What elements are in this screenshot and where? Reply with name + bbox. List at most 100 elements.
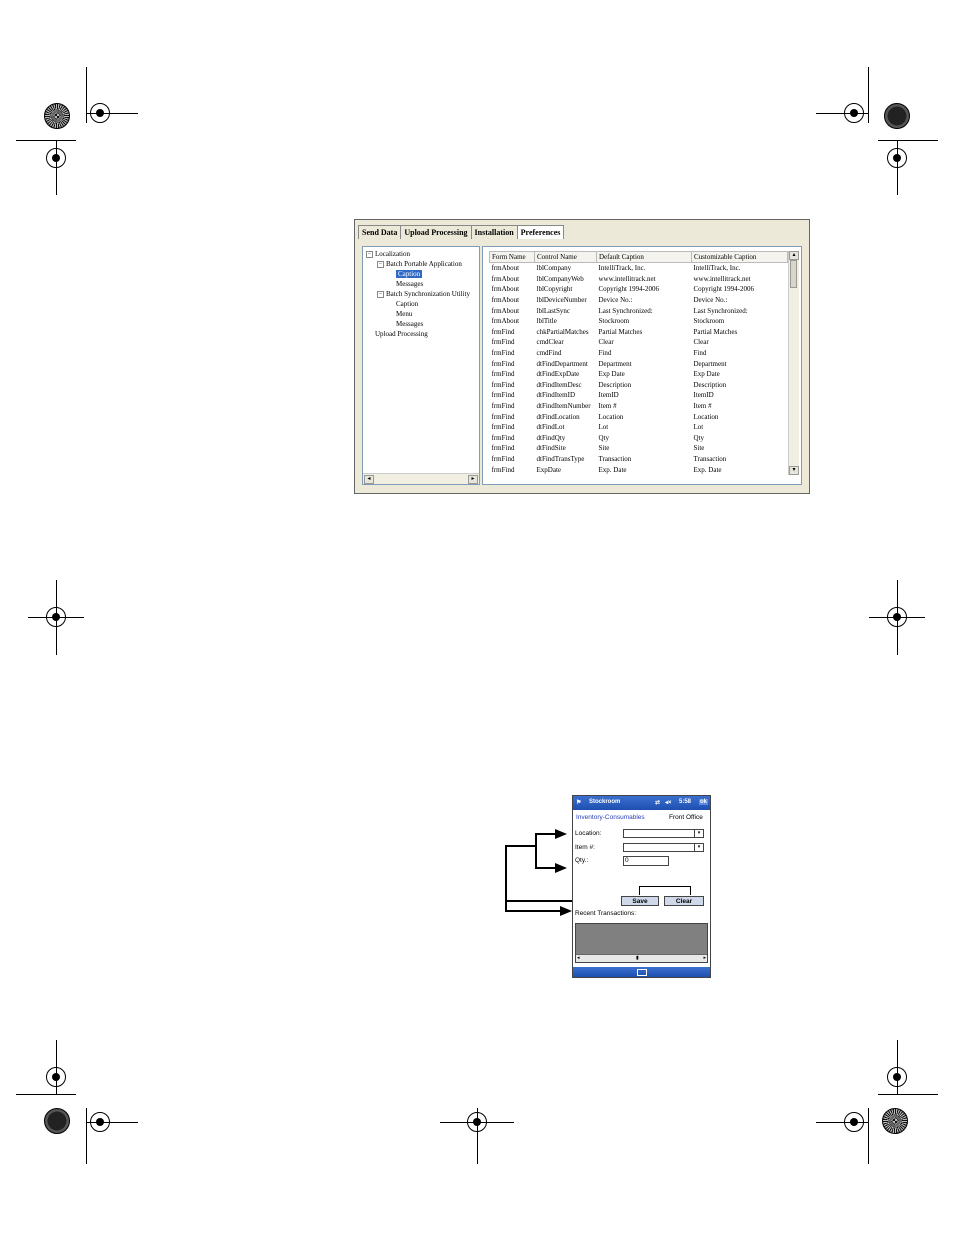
- column-header-customizable-caption[interactable]: Customizable Caption: [691, 251, 788, 263]
- collapse-icon[interactable]: −: [377, 290, 384, 298]
- table-cell[interactable]: Exp Date: [597, 369, 692, 380]
- table-cell[interactable]: Find: [597, 348, 692, 359]
- table-cell[interactable]: Site: [692, 443, 788, 454]
- table-cell[interactable]: Site: [597, 443, 692, 454]
- table-cell[interactable]: dtFindItemNumber: [535, 401, 597, 412]
- tree-item-bs-caption[interactable]: Caption: [396, 300, 418, 309]
- column-header-default-caption[interactable]: Default Caption: [596, 251, 692, 263]
- table-cell[interactable]: frmFind: [490, 390, 535, 401]
- table-cell[interactable]: Clear: [692, 337, 788, 348]
- table-cell[interactable]: dtFindDepartment: [535, 358, 597, 369]
- table-row[interactable]: frmFind dtFindItemID ItemID ItemID: [490, 390, 788, 401]
- table-row[interactable]: frmAbout lblLastSync Last Synchronized: Las…: [490, 305, 788, 316]
- tab-send-data[interactable]: Send Data: [358, 225, 402, 239]
- tab-upload-processing[interactable]: Upload Processing: [400, 225, 472, 239]
- table-cell[interactable]: www.intellitrack.net: [692, 274, 788, 285]
- table-cell[interactable]: Partial Matches: [597, 327, 692, 338]
- tree-item-batch-portable[interactable]: − Batch Portable Application: [377, 260, 462, 269]
- table-cell[interactable]: lblTitle: [535, 316, 597, 327]
- windows-flag-icon[interactable]: ⚑: [576, 799, 581, 806]
- table-cell[interactable]: frmAbout: [490, 274, 535, 285]
- table-cell[interactable]: frmFind: [490, 337, 535, 348]
- table-cell[interactable]: Lot: [692, 422, 788, 433]
- table-cell[interactable]: cmdClear: [535, 337, 597, 348]
- chevron-down-icon[interactable]: ▾: [694, 844, 703, 851]
- table-cell[interactable]: ItemID: [597, 390, 692, 401]
- collapse-icon[interactable]: −: [366, 250, 373, 258]
- table-row[interactable]: frmFind chkPartialMatches Partial Matches P…: [490, 327, 788, 338]
- save-button[interactable]: Save: [621, 896, 659, 906]
- table-cell[interactable]: frmAbout: [490, 263, 535, 274]
- table-row[interactable]: frmFind dtFindLot Lot Lot: [490, 422, 788, 433]
- table-cell[interactable]: dtFindSite: [535, 443, 597, 454]
- table-cell[interactable]: frmFind: [490, 348, 535, 359]
- clear-button[interactable]: Clear: [664, 896, 704, 906]
- table-cell[interactable]: cmdFind: [535, 348, 597, 359]
- table-cell[interactable]: frmAbout: [490, 305, 535, 316]
- table-cell[interactable]: Clear: [597, 337, 692, 348]
- tree-item-bs-menu[interactable]: Menu: [396, 310, 412, 319]
- table-cell[interactable]: Exp Date: [692, 369, 788, 380]
- table-cell[interactable]: lblDeviceNumber: [535, 295, 597, 306]
- table-cell[interactable]: ExpDate: [535, 464, 597, 475]
- table-cell[interactable]: Location: [692, 411, 788, 422]
- scroll-thumb[interactable]: [790, 260, 797, 288]
- collapse-icon[interactable]: −: [377, 260, 384, 268]
- table-cell[interactable]: frmAbout: [490, 284, 535, 295]
- table-cell[interactable]: lblCompanyWeb: [535, 274, 597, 285]
- table-cell[interactable]: lblCopyright: [535, 284, 597, 295]
- table-cell[interactable]: Transaction: [692, 454, 788, 465]
- item-combobox[interactable]: ▾: [623, 843, 704, 852]
- table-row[interactable]: frmFind dtFindExpDate Exp Date Exp Date: [490, 369, 788, 380]
- table-cell[interactable]: frmFind: [490, 433, 535, 444]
- table-cell[interactable]: Stockroom: [692, 316, 788, 327]
- table-row[interactable]: frmAbout lblCopyright Copyright 1994-2006 C…: [490, 284, 788, 295]
- table-cell[interactable]: Item #: [692, 401, 788, 412]
- tree-item-batch-sync[interactable]: − Batch Synchronization Utility: [377, 290, 470, 299]
- table-row[interactable]: frmAbout lblCompany IntelliTrack, Inc. Inte…: [490, 263, 788, 274]
- table-cell[interactable]: IntelliTrack, Inc.: [692, 263, 788, 274]
- table-cell[interactable]: frmFind: [490, 422, 535, 433]
- scroll-thumb[interactable]: ▮: [636, 955, 639, 961]
- column-header-form-name[interactable]: Form Name: [489, 251, 535, 263]
- table-row[interactable]: frmAbout lblCompanyWeb www.intellitrack.ne…: [490, 274, 788, 285]
- table-row[interactable]: frmFind dtFindSite Site Site: [490, 443, 788, 454]
- table-cell[interactable]: Department: [692, 358, 788, 369]
- list-horizontal-scrollbar[interactable]: ◂ ▮ ▸: [576, 954, 707, 962]
- table-row[interactable]: frmFind cmdClear Clear Clear: [490, 337, 788, 348]
- table-cell[interactable]: Exp. Date: [597, 464, 692, 475]
- table-cell[interactable]: Copyright 1994-2006: [692, 284, 788, 295]
- column-header-control-name[interactable]: Control Name: [534, 251, 597, 263]
- table-cell[interactable]: frmFind: [490, 358, 535, 369]
- table-cell[interactable]: dtFindItemID: [535, 390, 597, 401]
- table-cell[interactable]: Device No.:: [597, 295, 692, 306]
- table-cell[interactable]: ItemID: [692, 390, 788, 401]
- table-cell[interactable]: Qty: [692, 433, 788, 444]
- table-cell[interactable]: dtFindTransType: [535, 454, 597, 465]
- table-cell[interactable]: Stockroom: [597, 316, 692, 327]
- table-cell[interactable]: Copyright 1994-2006: [597, 284, 692, 295]
- table-cell[interactable]: dtFindItemDesc: [535, 380, 597, 391]
- table-cell[interactable]: frmFind: [490, 401, 535, 412]
- table-cell[interactable]: Description: [597, 380, 692, 391]
- table-cell[interactable]: Item #: [597, 401, 692, 412]
- table-row[interactable]: frmFind dtFindQty Qty Qty: [490, 433, 788, 444]
- table-row[interactable]: frmFind dtFindTransType Transaction Transac…: [490, 454, 788, 465]
- table-cell[interactable]: IntelliTrack, Inc.: [597, 263, 692, 274]
- scroll-left-icon[interactable]: ◂: [577, 955, 580, 961]
- table-row[interactable]: frmFind dtFindLocation Location Location: [490, 411, 788, 422]
- table-row[interactable]: frmFind dtFindItemNumber Item # Item #: [490, 401, 788, 412]
- grid-vertical-scrollbar[interactable]: ▴ ▾: [788, 251, 799, 475]
- table-cell[interactable]: frmAbout: [490, 295, 535, 306]
- table-cell[interactable]: lblCompany: [535, 263, 597, 274]
- tree-item-bp-messages[interactable]: Messages: [396, 280, 423, 289]
- table-cell[interactable]: Description: [692, 380, 788, 391]
- table-cell[interactable]: Exp. Date: [692, 464, 788, 475]
- table-cell[interactable]: frmFind: [490, 369, 535, 380]
- scroll-right-icon[interactable]: ▸: [468, 475, 478, 484]
- scroll-left-icon[interactable]: ◂: [364, 475, 374, 484]
- scroll-up-icon[interactable]: ▴: [789, 251, 799, 260]
- chevron-down-icon[interactable]: ▾: [694, 830, 703, 837]
- table-cell[interactable]: Lot: [597, 422, 692, 433]
- table-cell[interactable]: dtFindExpDate: [535, 369, 597, 380]
